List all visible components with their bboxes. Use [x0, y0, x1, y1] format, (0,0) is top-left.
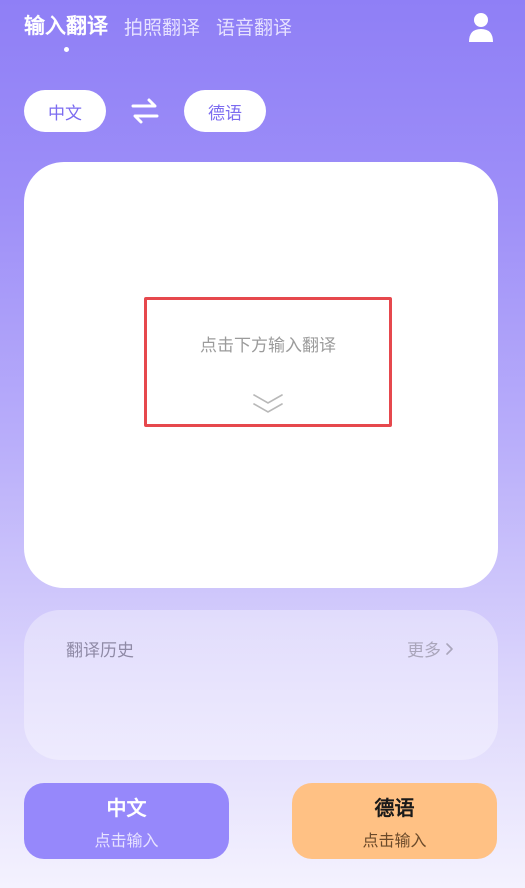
source-input-button[interactable]: 中文 点击输入 — [24, 783, 229, 859]
source-language-button[interactable]: 中文 — [24, 90, 106, 132]
chevron-right-icon — [446, 642, 453, 655]
input-card[interactable]: 点击下方输入翻译 — [24, 162, 498, 588]
tab-voice-translate[interactable]: 语音翻译 — [216, 13, 292, 40]
history-title: 翻译历史 — [66, 641, 134, 661]
target-input-button[interactable]: 德语 点击输入 — [292, 783, 497, 859]
source-input-subtitle: 点击输入 — [94, 830, 159, 850]
source-input-title: 中文 — [106, 795, 147, 820]
language-selector-row: 中文 德语 — [24, 90, 266, 132]
tab-photo-translate[interactable]: 拍照翻译 — [124, 13, 200, 40]
input-hint-text: 点击下方输入翻译 — [200, 336, 336, 356]
target-input-subtitle: 点击输入 — [362, 830, 427, 850]
history-more-link[interactable]: 更多 — [407, 636, 454, 661]
target-language-button[interactable]: 德语 — [184, 90, 266, 132]
history-more-label: 更多 — [407, 641, 441, 661]
translation-history-panel: 翻译历史 更多 — [24, 610, 498, 760]
tab-text-translate[interactable]: 输入翻译 — [24, 10, 108, 52]
double-chevron-down-icon — [253, 394, 283, 413]
swap-arrows-icon[interactable] — [130, 96, 160, 126]
user-icon[interactable] — [469, 12, 493, 44]
target-input-title: 德语 — [374, 795, 415, 820]
input-hint-area[interactable]: 点击下方输入翻译 — [144, 297, 392, 427]
tab-bar: 输入翻译 拍照翻译 语音翻译 — [24, 10, 308, 52]
